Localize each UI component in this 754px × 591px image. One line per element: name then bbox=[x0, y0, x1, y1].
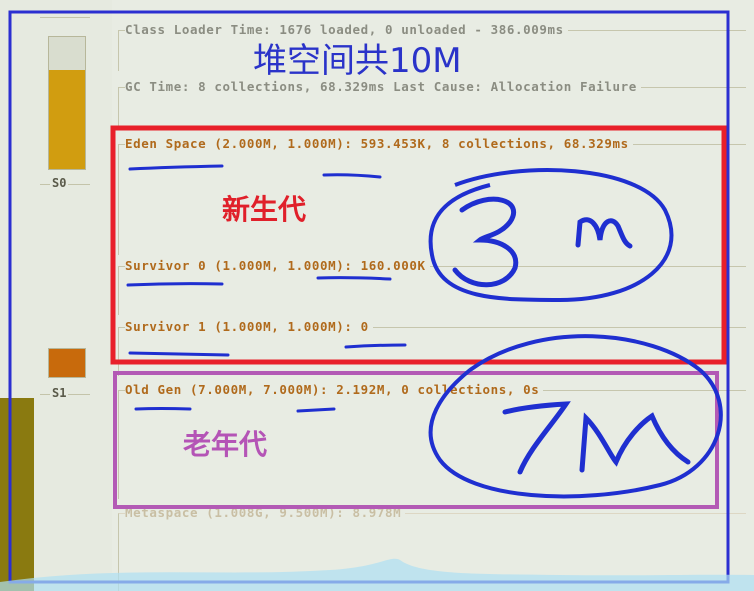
visual-gc-window: S0 S1 Class Loader Time: 1676 loaded, 0 … bbox=[0, 0, 754, 591]
young-gen-box bbox=[110, 125, 727, 365]
heap-outline-box bbox=[8, 10, 730, 584]
annotation-layer bbox=[0, 10, 754, 591]
activity-sparkline bbox=[0, 558, 754, 591]
underline-stroke bbox=[128, 351, 230, 357]
old-size-digit-7 bbox=[502, 401, 571, 475]
old-gen-note: 老年代 bbox=[183, 428, 268, 461]
heap-total-note: 堆空间共10M bbox=[253, 41, 462, 81]
young-gen-note: 新生代 bbox=[222, 193, 307, 226]
underline-stroke bbox=[344, 343, 407, 349]
young-size-digit-3 bbox=[452, 196, 519, 288]
young-size-letter-m bbox=[575, 217, 633, 249]
underline-stroke bbox=[126, 282, 224, 287]
underline-stroke bbox=[316, 276, 392, 281]
underline-stroke bbox=[322, 173, 382, 179]
old-size-letter-m bbox=[579, 412, 691, 473]
underline-stroke bbox=[296, 407, 336, 413]
underline-stroke bbox=[134, 407, 192, 411]
underline-stroke bbox=[128, 164, 224, 171]
